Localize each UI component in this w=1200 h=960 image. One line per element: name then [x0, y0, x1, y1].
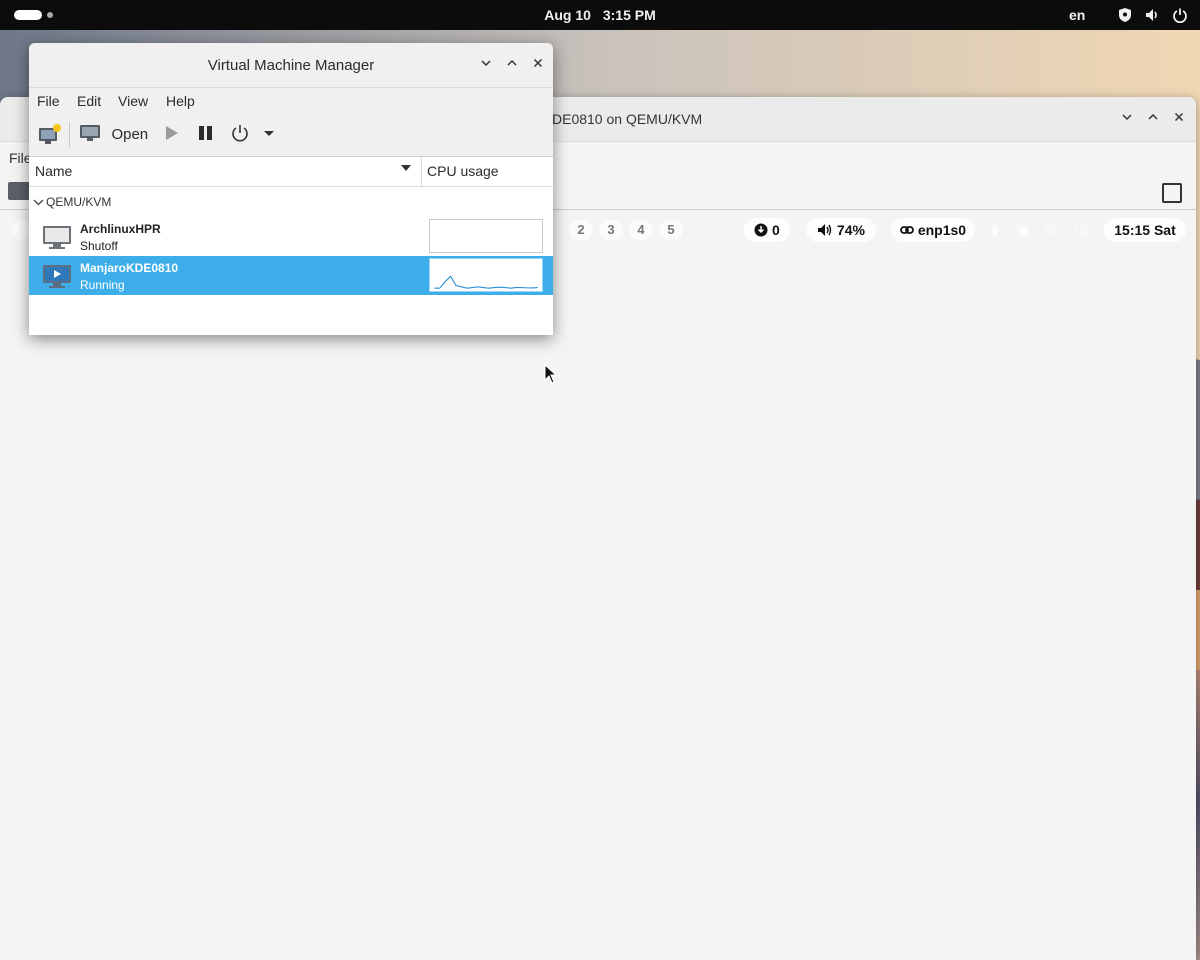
- menu-view[interactable]: View: [118, 93, 148, 109]
- layout-icon[interactable]: ◫: [1072, 221, 1090, 239]
- monitor-icon: [80, 125, 100, 141]
- toolbar-separator: [69, 122, 70, 148]
- close-button[interactable]: [1168, 108, 1190, 130]
- cpu-usage-graph: [429, 219, 543, 253]
- open-button[interactable]: Open: [79, 123, 148, 147]
- menu-edit[interactable]: Edit: [77, 93, 101, 109]
- download-icon: [754, 223, 768, 237]
- signal-bars-icon[interactable]: ▮: [986, 221, 1004, 239]
- pause-button[interactable]: [197, 123, 215, 147]
- minimize-button[interactable]: [475, 54, 497, 76]
- maximize-button[interactable]: [501, 54, 523, 76]
- guest-workspace-3[interactable]: 3: [599, 220, 623, 240]
- image-icon[interactable]: ▣: [1015, 221, 1033, 239]
- connection-label: QEMU/KVM: [46, 195, 112, 209]
- column-cpu-usage[interactable]: CPU usage: [427, 163, 499, 179]
- system-tray[interactable]: [1118, 7, 1188, 23]
- mouse-cursor-icon: [544, 364, 558, 384]
- power-icon[interactable]: ⏻: [1041, 221, 1059, 239]
- vm-status: Running: [80, 278, 125, 292]
- volume-icon: [1146, 9, 1157, 21]
- maximize-button[interactable]: [1142, 108, 1164, 130]
- time-label: 3:15 PM: [602, 7, 656, 23]
- close-icon: [533, 58, 543, 68]
- shutdown-menu-button[interactable]: [263, 123, 275, 147]
- column-divider[interactable]: [421, 157, 422, 186]
- vm-status: Shutoff: [80, 239, 118, 253]
- new-vm-icon: [39, 124, 61, 144]
- input-language[interactable]: en: [1069, 7, 1085, 23]
- guest-downloads-count: 0: [772, 222, 780, 238]
- guest-workspace-4[interactable]: 4: [629, 220, 653, 240]
- date-time[interactable]: Aug 10 3:15 PM: [0, 7, 1200, 23]
- chevron-down-icon: [481, 60, 491, 67]
- run-button[interactable]: [163, 123, 181, 147]
- chevron-up-icon: [1148, 113, 1158, 120]
- vm-name: ArchlinuxHPR: [80, 222, 161, 236]
- guest-panel-app[interactable]: [12, 220, 30, 240]
- system-top-bar: Aug 10 3:15 PM en: [0, 0, 1200, 30]
- volume-icon: [818, 224, 832, 236]
- vm-row-manjarokde0810[interactable]: ManjaroKDE0810 Running: [29, 256, 553, 295]
- power-icon: [1173, 8, 1187, 23]
- chevron-up-icon: [507, 59, 517, 66]
- vm-running-icon: [43, 265, 71, 288]
- guest-network[interactable]: enp1s0: [891, 218, 975, 242]
- column-name[interactable]: Name: [35, 163, 72, 179]
- guest-volume[interactable]: 74%: [806, 218, 876, 242]
- guest-clock[interactable]: 15:15 Sat: [1104, 218, 1186, 242]
- menu-help[interactable]: Help: [166, 93, 195, 109]
- vm-row-archlinuxhpr[interactable]: ArchlinuxHPR Shutoff: [29, 217, 553, 256]
- shutdown-button[interactable]: [230, 123, 250, 147]
- minimize-button[interactable]: [1116, 108, 1138, 130]
- chevron-down-icon: [1122, 114, 1132, 121]
- link-icon: [900, 226, 914, 234]
- connection-group[interactable]: QEMU/KVM: [29, 191, 553, 213]
- vmm-titlebar[interactable]: Virtual Machine Manager: [29, 43, 553, 88]
- cpu-usage-line: [434, 275, 538, 289]
- shield-icon: [1119, 8, 1131, 22]
- power-icon: [232, 125, 248, 142]
- vmm-menubar: File Edit View Help: [29, 88, 553, 114]
- play-icon: [166, 126, 178, 140]
- sort-dropdown-icon[interactable]: [401, 165, 411, 171]
- vmm-toolbar: Open: [29, 114, 553, 157]
- chevron-down-icon[interactable]: [33, 197, 44, 208]
- cpu-usage-graph: [429, 258, 543, 292]
- close-icon: [1174, 112, 1184, 122]
- viewer-title: DE0810 on QEMU/KVM: [552, 111, 703, 127]
- caret-down-icon: [264, 131, 274, 136]
- new-vm-button[interactable]: [38, 123, 62, 147]
- menu-file[interactable]: File: [37, 93, 60, 109]
- guest-volume-level: 74%: [836, 222, 865, 238]
- monitor-icon[interactable]: [8, 182, 30, 200]
- fullscreen-icon[interactable]: [1162, 183, 1182, 203]
- guest-workspace-5[interactable]: 5: [659, 220, 683, 240]
- pause-icon: [199, 126, 212, 140]
- vm-shutoff-icon: [43, 226, 71, 249]
- virt-manager-window[interactable]: Virtual Machine Manager File Edit View H…: [29, 43, 553, 335]
- guest-workspace-2[interactable]: 2: [569, 220, 593, 240]
- vm-name: ManjaroKDE0810: [80, 261, 179, 275]
- vm-list-header: Name CPU usage: [29, 157, 553, 187]
- open-button-label: Open: [111, 126, 149, 143]
- close-button[interactable]: [527, 54, 549, 76]
- date-label: Aug 10: [544, 7, 591, 23]
- guest-downloads[interactable]: 0: [744, 218, 790, 242]
- guest-network-name: enp1s0: [917, 222, 967, 238]
